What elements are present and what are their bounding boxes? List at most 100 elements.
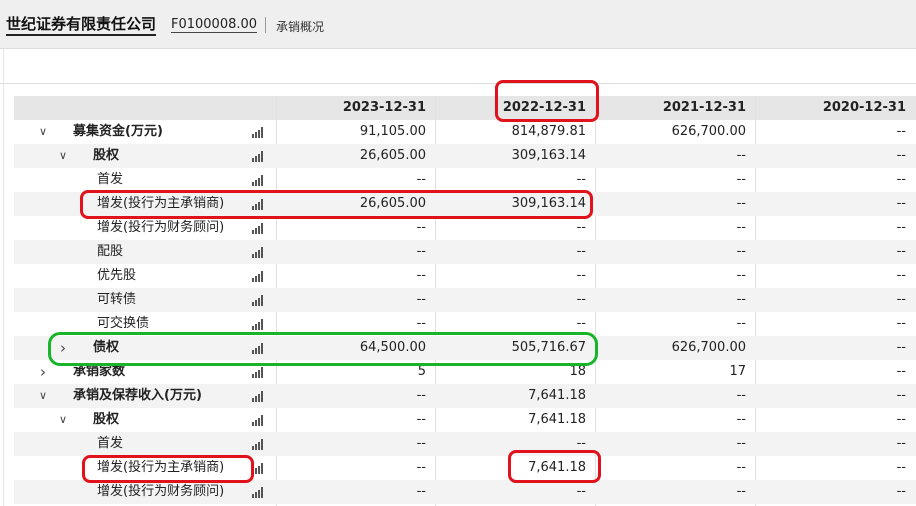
table-cell: 626,700.00: [671, 124, 746, 139]
table-cell: --: [736, 172, 746, 187]
row-label: 首发: [97, 172, 124, 187]
table-cell: --: [416, 292, 426, 307]
table-cell: --: [416, 436, 426, 451]
table-cell: 626,700.00: [671, 340, 746, 355]
row-label: 承销及保荐收入(万元): [73, 388, 202, 403]
bar-chart-icon[interactable]: [252, 247, 264, 258]
table-cell: --: [896, 340, 906, 355]
table-header: 2023-12-31 2022-12-31 2021-12-31 2020-12…: [14, 96, 916, 120]
column-header-2021[interactable]: 2021-12-31: [596, 96, 746, 120]
table-cell: --: [576, 292, 586, 307]
table-cell: --: [416, 388, 426, 403]
table-row[interactable]: 首发 -- -- -- --: [14, 432, 916, 456]
company-code[interactable]: F0100008.00: [171, 17, 258, 33]
table-cell: --: [896, 292, 906, 307]
highlight-debt-row: [48, 332, 598, 366]
chevron-down-icon[interactable]: ∨: [36, 120, 50, 144]
table-row[interactable]: 首发 -- -- -- --: [14, 168, 916, 192]
bar-chart-icon[interactable]: [252, 175, 264, 186]
table-cell: --: [416, 172, 426, 187]
table-cell: --: [416, 220, 426, 235]
table-cell: --: [896, 172, 906, 187]
table-cell: --: [736, 436, 746, 451]
row-label: 配股: [97, 244, 124, 259]
highlight-additional-issue-lead-row: [80, 190, 593, 219]
chevron-down-icon[interactable]: ∨: [56, 408, 70, 432]
table-cell: --: [896, 460, 906, 475]
toolbar-divider: [0, 83, 916, 84]
table-cell: --: [896, 388, 906, 403]
row-label: 股权: [93, 412, 120, 427]
table-cell: 7,641.18: [528, 412, 586, 427]
bar-chart-icon[interactable]: [252, 127, 264, 138]
table-cell: --: [896, 220, 906, 235]
highlight-fee-value: [508, 450, 601, 483]
table-cell: --: [736, 268, 746, 283]
table-row[interactable]: 可转债 -- -- -- --: [14, 288, 916, 312]
table-cell: --: [896, 268, 906, 283]
table-cell: --: [896, 484, 906, 499]
table-cell: --: [896, 124, 906, 139]
table-cell: --: [576, 172, 586, 187]
header-divider: [265, 17, 266, 33]
table-cell: --: [896, 412, 906, 427]
company-name[interactable]: 世纪证券有限责任公司: [6, 15, 157, 36]
top-bar: 世纪证券有限责任公司 F0100008.00 承销概况: [0, 0, 916, 48]
column-header-2023[interactable]: 2023-12-31: [276, 96, 426, 120]
bar-chart-icon[interactable]: [252, 295, 264, 306]
table-cell: --: [416, 268, 426, 283]
bar-chart-icon[interactable]: [252, 151, 264, 162]
highlight-fee-label: [82, 455, 254, 483]
bar-chart-icon[interactable]: [252, 319, 264, 330]
table-row[interactable]: 优先股 -- -- -- --: [14, 264, 916, 288]
table-cell: --: [736, 196, 746, 211]
table-cell: --: [576, 268, 586, 283]
bar-chart-icon[interactable]: [252, 487, 264, 498]
table-cell: --: [736, 316, 746, 331]
bar-chart-icon[interactable]: [252, 391, 264, 402]
table-cell: --: [896, 148, 906, 163]
table-row[interactable]: ∨ 股权 26,605.00 309,163.14 -- --: [14, 144, 916, 168]
chevron-down-icon[interactable]: ∨: [36, 384, 50, 408]
table-cell: --: [416, 412, 426, 427]
table-cell: --: [896, 364, 906, 379]
page-title: 承销概况: [276, 20, 325, 34]
table-cell: --: [416, 244, 426, 259]
chevron-right-icon[interactable]: ›: [36, 360, 50, 384]
row-label: 股权: [93, 148, 120, 163]
table-cell: 26,605.00: [359, 148, 426, 163]
bar-chart-icon[interactable]: [252, 223, 264, 234]
table-cell: 91,105.00: [359, 124, 426, 139]
table-cell: --: [896, 244, 906, 259]
table-cell: --: [896, 436, 906, 451]
bar-chart-icon[interactable]: [252, 271, 264, 282]
table-row[interactable]: ∨ 承销及保荐收入(万元) -- 7,641.18 -- --: [14, 384, 916, 408]
row-label: 增发(投行为财务顾问): [97, 484, 225, 499]
column-header-2020[interactable]: 2020-12-31: [756, 96, 906, 120]
table-row[interactable]: 增发(投行为财务顾问) -- -- -- --: [14, 216, 916, 240]
table-cell: 17: [729, 364, 746, 379]
table-cell: 7,641.18: [528, 388, 586, 403]
panel-border-top: [0, 48, 916, 49]
table-row[interactable]: ∨ 股权 -- 7,641.18 -- --: [14, 408, 916, 432]
panel-border-left: [3, 48, 4, 506]
table-cell: --: [736, 388, 746, 403]
row-label: 增发(投行为财务顾问): [97, 220, 225, 235]
table-cell: --: [576, 484, 586, 499]
row-label: 可转债: [97, 292, 137, 307]
table-row[interactable]: 增发(投行为财务顾问) -- -- -- --: [14, 480, 916, 504]
table-cell: 814,879.81: [511, 124, 586, 139]
table-row[interactable]: ∨ 募集资金(万元) 91,105.00 814,879.81 626,700.00 --: [14, 120, 916, 144]
bar-chart-icon[interactable]: [252, 367, 264, 378]
table-row[interactable]: 配股 -- -- -- --: [14, 240, 916, 264]
table-cell: --: [736, 148, 746, 163]
table-cell: --: [736, 460, 746, 475]
table-cell: --: [416, 460, 426, 475]
bar-chart-icon[interactable]: [252, 439, 264, 450]
row-label: 优先股: [97, 268, 137, 283]
bar-chart-icon[interactable]: [252, 415, 264, 426]
table-cell: --: [416, 484, 426, 499]
chevron-down-icon[interactable]: ∨: [56, 144, 70, 168]
table-cell: --: [736, 292, 746, 307]
row-label: 募集资金(万元): [73, 124, 163, 139]
